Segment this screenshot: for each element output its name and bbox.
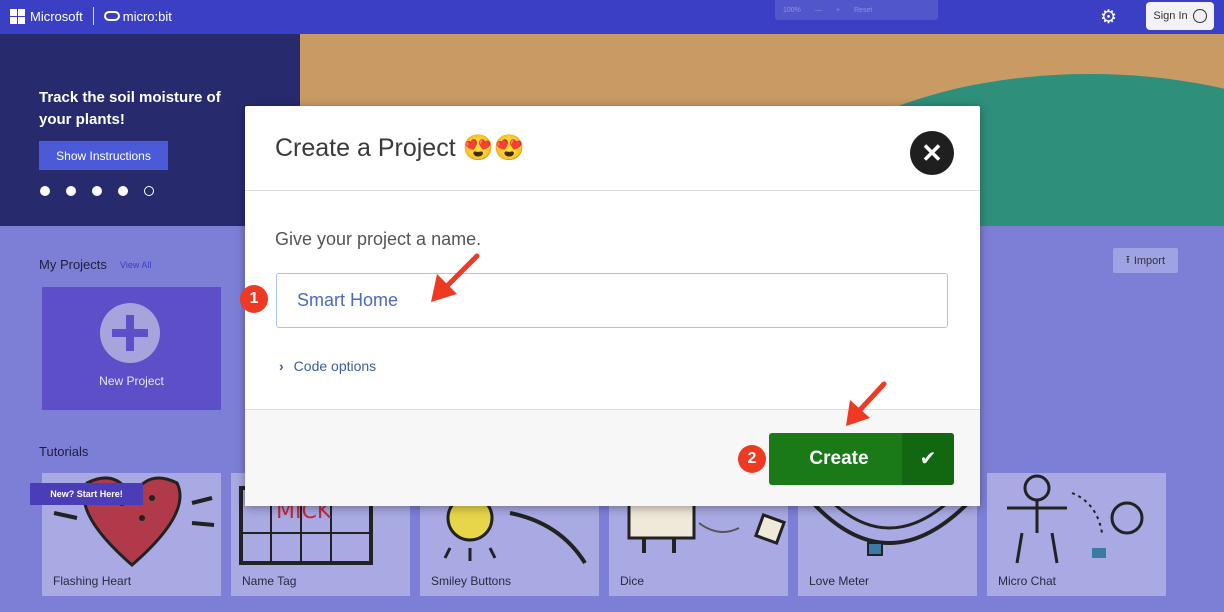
upload-icon: ⭱ <box>1125 254 1130 266</box>
import-label: Import <box>1133 254 1166 267</box>
code-options-label: Code options <box>293 358 377 374</box>
top-bar: Microsoft micro:bit 100% — + Reset ⚙ Sig… <box>0 0 1224 34</box>
plus-icon <box>100 303 160 363</box>
tutorial-label: Love Meter <box>809 574 870 588</box>
brand[interactable]: Microsoft micro:bit <box>10 7 172 25</box>
tutorial-label: Smiley Buttons <box>431 574 512 588</box>
hero-title: Track the soil moisture of your plants! <box>39 89 221 128</box>
tutorial-label: Flashing Heart <box>53 574 132 588</box>
tutorial-label: Dice <box>620 574 645 588</box>
create-button[interactable]: Create ✔ <box>769 433 954 485</box>
carousel-dots <box>40 186 154 196</box>
user-icon <box>1192 9 1207 23</box>
brand-divider <box>92 7 94 25</box>
annotation-marker-2: 2 <box>738 445 766 473</box>
dialog-title: Create a Project 😍😍 <box>275 134 525 162</box>
tutorials-title: Tutorials <box>39 444 89 459</box>
gear-icon[interactable]: ⚙ <box>1100 6 1117 29</box>
project-name-input[interactable] <box>276 273 948 328</box>
carousel-dot[interactable] <box>66 186 76 196</box>
create-project-dialog: Create a Project 😍😍 ✕ Give your project … <box>245 106 980 506</box>
carousel-dot-active[interactable] <box>144 186 154 196</box>
project-name-prompt: Give your project a name. <box>275 229 482 249</box>
zoom-out-button[interactable]: — <box>815 7 822 14</box>
tutorial-label: Micro Chat <box>998 574 1057 588</box>
view-all-link[interactable]: View All <box>120 260 151 270</box>
my-projects-title: My Projects <box>39 257 107 272</box>
annotation-arrow-1 <box>431 253 480 302</box>
tutorial-card-micro-chat[interactable]: Micro Chat <box>987 473 1166 596</box>
new-project-label: New Project <box>99 374 164 388</box>
zoom-value: 100% <box>783 6 801 14</box>
new-project-card[interactable]: New Project <box>42 287 221 410</box>
carousel-dot[interactable] <box>92 186 102 196</box>
zoom-controls: 100% — + Reset <box>775 0 938 20</box>
microsoft-label: Microsoft <box>30 8 83 24</box>
tutorial-label: Name Tag <box>242 574 297 588</box>
sign-in-label: Sign In <box>1153 10 1188 22</box>
check-icon: ✔ <box>902 433 954 485</box>
close-icon[interactable]: ✕ <box>910 131 954 175</box>
microbit-label: micro:bit <box>122 8 172 24</box>
carousel-dot[interactable] <box>118 186 128 196</box>
microsoft-logo-icon <box>10 8 25 24</box>
import-button[interactable]: ⭱ Import <box>1113 248 1178 273</box>
zoom-in-button[interactable]: + <box>836 7 840 14</box>
create-label: Create <box>809 448 869 469</box>
microbit-logo-icon <box>103 11 120 21</box>
annotation-marker-1: 1 <box>240 285 268 313</box>
chevron-right-icon: › <box>279 358 284 374</box>
carousel-dot[interactable] <box>40 186 50 196</box>
annotation-arrow-2 <box>846 381 887 426</box>
micro-chat-illustration <box>1007 474 1144 564</box>
zoom-reset-button[interactable]: Reset <box>854 7 872 14</box>
sign-in-button[interactable]: Sign In <box>1146 2 1214 30</box>
code-options-toggle[interactable]: › Code options <box>279 358 376 374</box>
show-instructions-button[interactable]: Show Instructions <box>39 141 168 170</box>
new-start-here-badge: New? Start Here! <box>30 483 143 505</box>
dialog-header: Create a Project 😍😍 ✕ <box>245 106 980 191</box>
